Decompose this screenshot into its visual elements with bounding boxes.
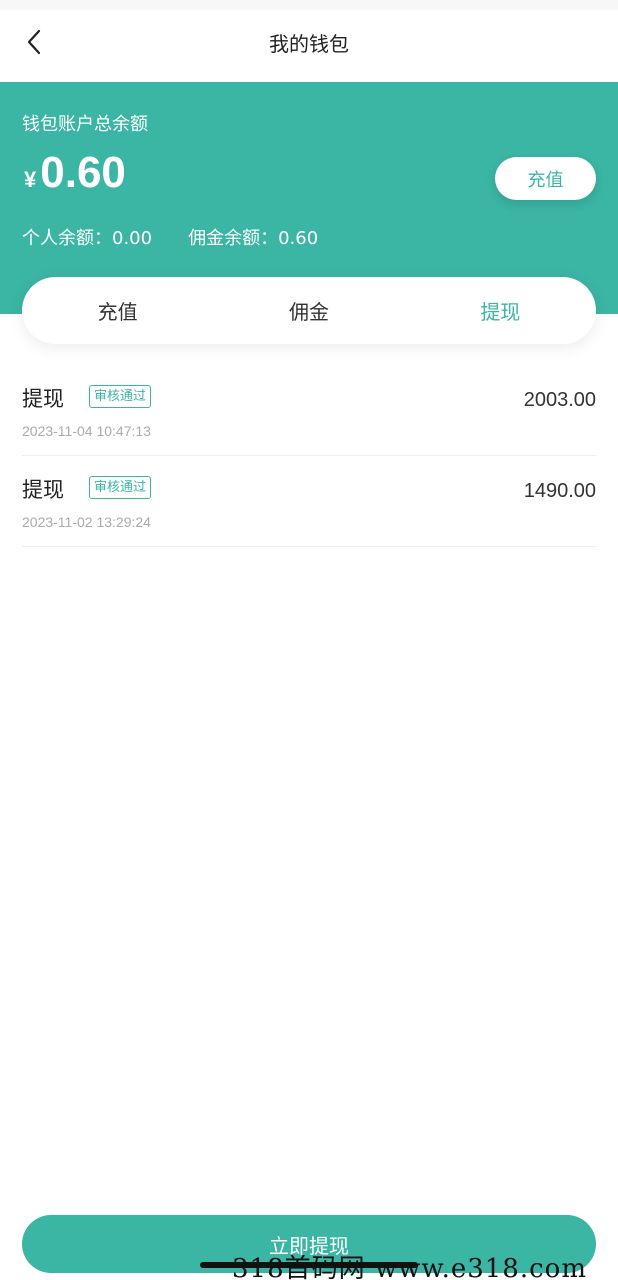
status-bar — [0, 0, 618, 10]
tab-commission[interactable]: 佣金 — [213, 277, 404, 344]
status-badge: 审核通过 — [89, 476, 152, 499]
watermark: 318首码网 www.e318.com — [232, 1254, 587, 1280]
sub-balances: 个人余额：0.00 佣金余额：0.60 — [22, 224, 318, 250]
record-amount: 1490.00 — [523, 480, 596, 502]
personal-balance: 个人余额：0.00 — [22, 228, 153, 249]
record-title: 提现 — [22, 478, 64, 502]
total-balance-label: 钱包账户总余额 — [22, 114, 148, 135]
total-balance-amount: 0.60 — [40, 148, 126, 197]
commission-balance: 佣金余额：0.60 — [188, 228, 319, 249]
record-tabs: 充值 佣金 提现 — [22, 277, 596, 344]
page-title: 我的钱包 — [269, 32, 349, 56]
total-balance: ¥ 0.60 — [24, 148, 126, 198]
record-amount: 2003.00 — [523, 389, 596, 411]
status-badge: 审核通过 — [89, 385, 152, 408]
list-item[interactable]: 提现 审核通过 2023-11-02 13:29:24 1490.00 — [22, 456, 596, 547]
list-item[interactable]: 提现 审核通过 2023-11-04 10:47:13 2003.00 — [22, 365, 596, 456]
withdraw-record-list: 提现 审核通过 2023-11-04 10:47:13 2003.00 提现 审… — [22, 365, 596, 547]
currency-symbol: ¥ — [24, 167, 37, 192]
record-time: 2023-11-04 10:47:13 — [22, 423, 151, 439]
tab-recharge[interactable]: 充值 — [22, 277, 213, 344]
tab-withdraw[interactable]: 提现 — [405, 277, 596, 344]
recharge-button[interactable]: 充值 — [495, 157, 596, 200]
navigation-bar: 我的钱包 — [0, 10, 618, 82]
record-title: 提现 — [22, 387, 64, 411]
record-time: 2023-11-02 13:29:24 — [22, 514, 151, 530]
